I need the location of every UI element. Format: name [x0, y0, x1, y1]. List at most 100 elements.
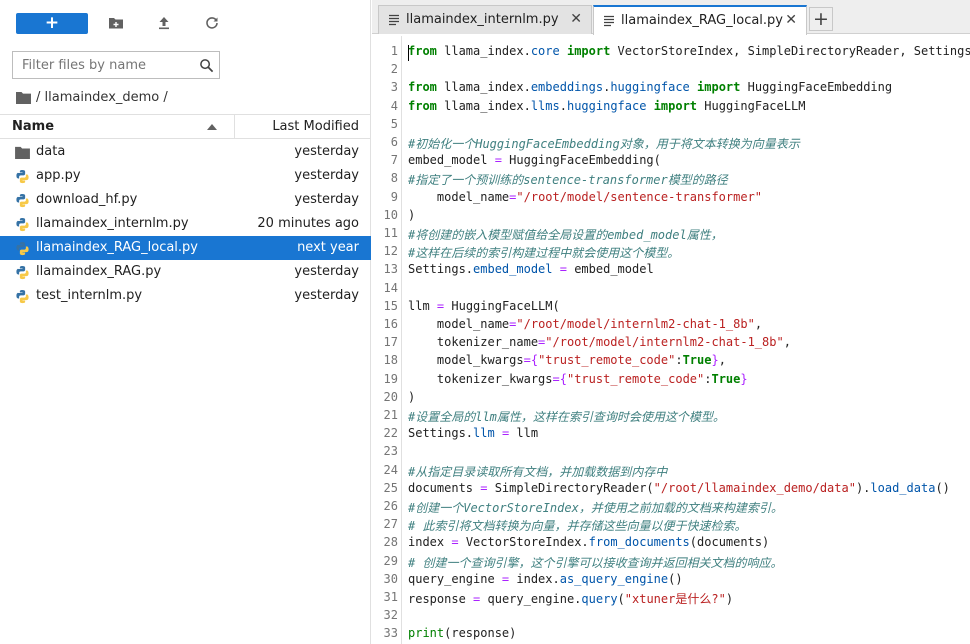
line-number: 2 — [390, 62, 398, 77]
upload-icon — [159, 17, 169, 30]
line-number: 29 — [383, 553, 398, 568]
code-line[interactable]: model_name="/root/model/sentence-transfo… — [408, 190, 762, 204]
refresh-button[interactable] — [203, 14, 221, 32]
code-editor[interactable]: 1 2 3 4 5 6 7 8 9 10 11 12 13 14 15 16 17 18 19 20 21 22 23 24 2… — [372, 36, 970, 644]
code-line[interactable]: tokenizer_name="/root/model/internlm2-ch… — [408, 335, 791, 349]
editor-panel: llamaindex_internlm.py ✕ llamaindex_RAG_… — [372, 0, 970, 644]
line-number: 20 — [383, 389, 398, 404]
line-number: 17 — [383, 335, 398, 350]
python-icon — [14, 288, 30, 304]
python-icon — [14, 240, 30, 256]
file-browser-toolbar: + — [0, 0, 371, 46]
file-name: llamaindex_internlm.py — [36, 216, 189, 231]
modified-column-header[interactable]: Last Modified — [272, 119, 359, 134]
line-number: 6 — [390, 135, 398, 149]
folder-icon — [14, 144, 30, 160]
line-number: 11 — [383, 226, 398, 240]
close-icon[interactable]: ✕ — [570, 11, 582, 27]
new-folder-button[interactable] — [107, 14, 125, 32]
search-icon — [193, 53, 219, 77]
line-number: 8 — [390, 171, 398, 186]
new-launcher-button[interactable]: + — [16, 13, 88, 34]
line-number: 4 — [390, 98, 398, 113]
code-line[interactable]: from llama_index.llms.huggingface import… — [408, 99, 805, 113]
code-line[interactable]: #将创建的嵌入模型赋值给全局设置的embed_model属性， — [408, 226, 723, 243]
close-icon[interactable]: ✕ — [785, 12, 797, 28]
file-list-item[interactable]: data yesterday — [0, 140, 371, 164]
file-list: data yesterday app.py yesterday download_hf.… — [0, 140, 371, 308]
code-line[interactable]: # 此索引将文档转换为向量，并存储这些向量以便于快速检索。 — [408, 517, 746, 534]
sort-ascending-icon — [207, 124, 217, 130]
breadcrumb: / llamaindex_demo / — [16, 88, 168, 106]
code-line[interactable]: ) — [408, 390, 415, 404]
python-icon — [14, 168, 30, 184]
add-tab-button[interactable]: + — [809, 7, 833, 31]
code-line[interactable]: documents = SimpleDirectoryReader("/root… — [408, 481, 950, 495]
file-list-item[interactable]: llamaindex_RAG_local.py next year — [0, 236, 371, 260]
tab-llamaindex-rag-local[interactable]: llamaindex_RAG_local.py ✕ — [593, 5, 807, 35]
code-line[interactable]: ) — [408, 208, 415, 222]
line-number: 28 — [383, 535, 398, 550]
tab-bar: llamaindex_internlm.py ✕ llamaindex_RAG_… — [372, 0, 970, 35]
code-line[interactable]: print(response) — [408, 626, 516, 640]
line-number: 9 — [390, 189, 398, 204]
code-line[interactable]: from llama_index.embeddings.huggingface … — [408, 80, 892, 94]
python-icon — [14, 216, 30, 232]
code-line[interactable]: #创建一个VectorStoreIndex，并使用之前加载的文档来构建索引。 — [408, 499, 783, 516]
code-line[interactable]: Settings.embed_model = embed_model — [408, 262, 654, 276]
file-modified: yesterday — [294, 192, 359, 207]
line-number: 30 — [383, 571, 398, 586]
code-line[interactable]: response = query_engine.query("xtuner是什么… — [408, 590, 733, 607]
code-line[interactable]: #初始化一个HuggingFaceEmbedding对象，用于将文本转换为向量表… — [408, 135, 800, 152]
file-list-item[interactable]: llamaindex_internlm.py 20 minutes ago — [0, 212, 371, 236]
code-line[interactable]: #这样在后续的索引构建过程中就会使用这个模型。 — [408, 244, 679, 261]
line-number: 1 — [390, 44, 398, 58]
code-line[interactable]: model_name="/root/model/internlm2-chat-1… — [408, 317, 762, 331]
python-icon — [14, 264, 30, 280]
file-list-item[interactable]: llamaindex_RAG.py yesterday — [0, 260, 371, 284]
file-name: llamaindex_RAG_local.py — [36, 240, 198, 255]
code-line[interactable]: tokenizer_kwargs={"trust_remote_code":Tr… — [408, 372, 748, 386]
file-name: llamaindex_RAG.py — [36, 264, 162, 279]
text-cursor — [408, 45, 409, 61]
code-line[interactable]: #设置全局的llm属性，这样在索引查询时会使用这个模型。 — [408, 408, 725, 425]
file-list-item[interactable]: test_internlm.py yesterday — [0, 284, 371, 308]
plus-icon: + — [44, 13, 60, 33]
code-line[interactable]: from llama_index.core import VectorStore… — [408, 44, 970, 58]
tab-llamaindex-internlm[interactable]: llamaindex_internlm.py ✕ — [378, 5, 592, 34]
tab-label: llamaindex_RAG_local.py — [621, 13, 783, 28]
line-number: 16 — [383, 317, 398, 331]
line-number: 21 — [383, 408, 398, 422]
line-number: 24 — [383, 462, 398, 477]
python-icon — [14, 192, 30, 208]
code-line[interactable]: #从指定目录读取所有文档，并加载数据到内存中 — [408, 463, 667, 480]
breadcrumb-path[interactable]: / llamaindex_demo / — [36, 90, 168, 105]
line-number: 7 — [390, 153, 398, 168]
upload-button[interactable] — [155, 14, 173, 32]
line-number-gutter: 1 2 3 4 5 6 7 8 9 10 11 12 13 14 15 16 17 18 19 20 21 22 23 24 2… — [372, 36, 402, 644]
file-list-item[interactable]: app.py yesterday — [0, 164, 371, 188]
file-modified: 20 minutes ago — [257, 216, 359, 231]
file-name: app.py — [36, 168, 81, 183]
code-line[interactable]: # 创建一个查询引擎，这个引擎可以接收查询并返回相关文档的响应。 — [408, 554, 782, 571]
line-number: 3 — [390, 80, 398, 95]
code-line[interactable]: query_engine = index.as_query_engine() — [408, 572, 683, 586]
file-list-item[interactable]: download_hf.py yesterday — [0, 188, 371, 212]
code-line[interactable]: Settings.llm = llm — [408, 426, 538, 440]
file-modified: yesterday — [294, 144, 359, 159]
line-number: 22 — [383, 426, 398, 441]
line-number: 27 — [383, 517, 398, 532]
filter-files-field — [12, 51, 220, 79]
code-line[interactable]: embed_model = HuggingFaceEmbedding( — [408, 153, 661, 167]
file-modified: next year — [297, 240, 359, 255]
code-line[interactable]: llm = HuggingFaceLLM( — [408, 299, 560, 313]
file-list-header: Name Last Modified — [0, 114, 371, 139]
name-column-header[interactable]: Name — [12, 119, 54, 134]
code-line[interactable]: model_kwargs={"trust_remote_code":True}, — [408, 353, 726, 367]
column-resize-handle[interactable] — [234, 115, 235, 138]
line-number: 19 — [383, 371, 398, 386]
folder-icon[interactable] — [16, 91, 31, 104]
code-line[interactable]: index = VectorStoreIndex.from_documents(… — [408, 535, 769, 549]
code-line[interactable]: #指定了一个预训练的sentence-transformer模型的路径 — [408, 171, 728, 188]
filter-files-input[interactable] — [13, 53, 193, 77]
